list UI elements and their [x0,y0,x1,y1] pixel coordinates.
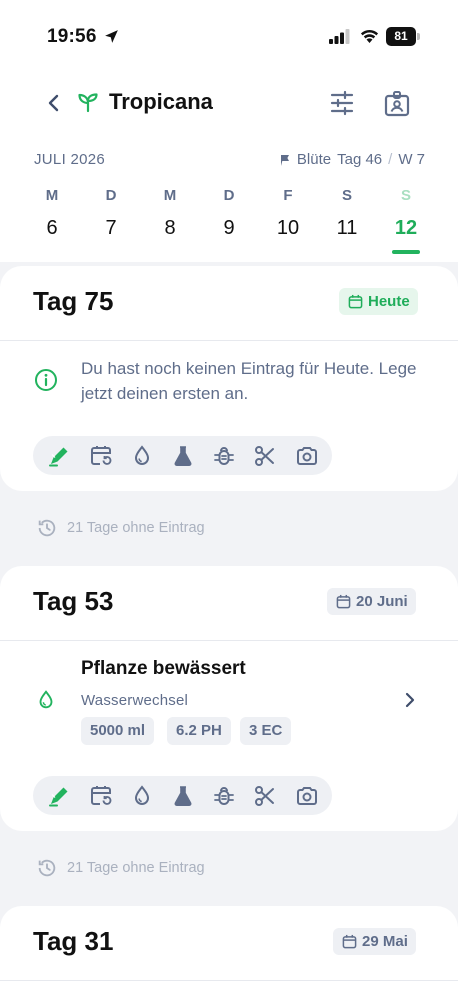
day-number: 12 [394,217,418,239]
calendar-day[interactable]: D 7 [81,186,141,262]
battery-nub [417,33,420,40]
phase-day: Tag 46 [337,151,383,168]
no-entry-gap: 21 Tage ohne Eintrag [36,516,205,540]
weekday-letter: D [223,187,235,204]
day-card: Tag 31 29 Mai [0,906,458,1000]
day-number: 11 [336,217,358,239]
calendar-repeat-icon[interactable] [89,444,113,468]
water-drop-icon[interactable] [130,444,154,468]
water-drop-icon[interactable] [130,784,154,808]
battery-level: 81 [386,27,416,46]
day-card-header: Tag 31 29 Mai [0,906,458,981]
scissors-icon[interactable] [253,444,277,468]
water-drop-icon [39,690,53,709]
grow-phase-info: Blüte Tag 46 / W 7 [280,151,425,168]
sprout-icon [78,93,98,113]
scissors-icon[interactable] [253,784,277,808]
edit-note-icon[interactable] [47,444,71,468]
info-icon [35,369,57,391]
day-title: Tag 75 [33,286,114,316]
badge-label: Heute [368,293,410,310]
bug-icon[interactable] [212,444,236,468]
day-card: Tag 53 20 Juni Pflanze bewässert Wasserw… [0,566,458,831]
battery-indicator: 81 [386,27,420,46]
flask-icon[interactable] [171,784,195,808]
bug-icon[interactable] [212,784,236,808]
edit-note-icon[interactable] [47,784,71,808]
entry-title[interactable]: Pflanze bewässert [81,658,246,680]
chevron-left-icon[interactable] [44,91,64,115]
weekday-letter: S [400,187,411,204]
value-chip: 3 EC [240,717,292,745]
flask-icon[interactable] [171,444,195,468]
calendar-icon [348,294,363,309]
page-title: Tropicana [109,89,213,114]
day-card-header: Tag 75 Heute [0,266,458,341]
weekday-letter: D [105,187,117,204]
history-icon [38,519,56,537]
calendar-day[interactable]: D 9 [199,186,259,262]
calendar-day-selected[interactable]: S 12 [376,186,436,262]
header-area: 19:56 81 Tropicana JULI 2026 Blüte Tag 4… [0,0,458,262]
calendar-month: JULI 2026 [34,151,106,168]
badge-label: 20 Juni [356,593,408,610]
flag-icon [280,154,289,166]
calendar-icon [342,934,357,949]
calendar-day[interactable]: M 6 [22,186,82,262]
no-entry-gap: 21 Tage ohne Eintrag [36,856,205,880]
day-card: Tag 75 Heute Du hast noch keinen Eintrag… [0,266,458,491]
date-badge: 20 Juni [327,588,416,615]
status-time: 19:56 [47,26,97,47]
day-card-header: Tag 53 20 Juni [0,566,458,641]
gap-label: 21 Tage ohne Eintrag [67,520,205,536]
calendar-repeat-icon[interactable] [89,784,113,808]
day-number: 8 [164,217,176,239]
id-badge-icon[interactable] [383,90,411,118]
location-arrow-icon [105,30,118,43]
camera-icon[interactable] [295,444,319,468]
week-strip: M 6 D 7 M 8 D 9 F 10 S 11 S 12 [22,186,436,262]
phase-name: Blüte [296,151,332,168]
empty-entry-message: Du hast noch keinen Eintrag für Heute. L… [81,359,417,403]
entry-subtitle: Wasserwechsel [81,692,189,709]
day-number: 9 [223,217,235,239]
value-chip: 6.2 PH [167,717,231,745]
day-title: Tag 31 [33,926,114,956]
today-badge: Heute [339,288,418,315]
calendar-day[interactable]: S 11 [317,186,377,262]
calendar-icon [336,594,351,609]
weekday-letter: M [45,187,59,204]
chevron-right-icon[interactable] [403,691,417,709]
entry-toolbar [33,776,332,815]
nav-bar: Tropicana [0,78,458,128]
calendar-day[interactable]: M 8 [140,186,200,262]
day-title: Tag 53 [33,586,114,616]
day-number: 10 [276,217,300,239]
status-bar: 19:56 81 [0,0,458,72]
weekday-letter: M [163,187,177,204]
weekday-letter: S [341,187,352,204]
calendar-day[interactable]: F 10 [258,186,318,262]
value-chip: 5000 ml [81,717,155,745]
history-icon [38,859,56,877]
phase-week: W 7 [398,151,425,168]
day-number: 7 [105,217,117,239]
phase-separator: / [388,151,393,168]
day-number: 6 [46,217,58,239]
date-badge: 29 Mai [333,928,416,955]
weekday-letter: F [283,187,293,204]
selected-day-indicator [392,250,420,254]
badge-label: 29 Mai [362,933,408,950]
wifi-icon [360,29,379,43]
gap-label: 21 Tage ohne Eintrag [67,860,205,876]
cellular-signal-icon [329,29,350,44]
sliders-icon[interactable] [328,90,356,116]
camera-icon[interactable] [295,784,319,808]
entry-toolbar [33,436,332,475]
